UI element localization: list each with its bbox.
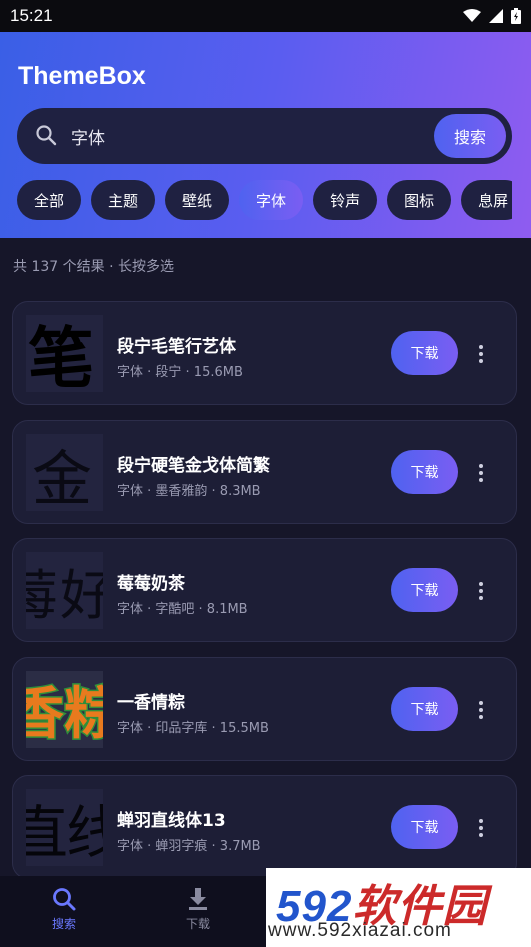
- chip-themes[interactable]: 主题: [91, 180, 156, 220]
- thumb-glyph: 香粽: [26, 682, 103, 747]
- font-preview-thumbnail: 金: [26, 433, 103, 511]
- item-meta: 字体 · 印品字库 · 15.5MB: [117, 720, 269, 736]
- nav-search[interactable]: 搜索: [24, 886, 104, 932]
- thumb-glyph: 莓好: [26, 564, 103, 627]
- list-item[interactable]: 笔 段宁毛笔行艺体 字体 · 段宁 · 15.6MB 下载: [12, 301, 517, 405]
- font-preview-thumbnail: 莓好: [26, 552, 103, 629]
- thumb-glyph: 直线: [26, 799, 103, 866]
- item-title: 一香情粽: [117, 692, 185, 713]
- more-options-icon[interactable]: [471, 577, 491, 605]
- search-icon: [36, 125, 57, 146]
- chip-fonts[interactable]: 字体: [239, 180, 304, 220]
- results-summary: 共 137 个结果 · 长按多选: [13, 259, 174, 275]
- wifi-icon: [463, 9, 481, 22]
- results-list: 笔 段宁毛笔行艺体 字体 · 段宁 · 15.6MB 下载 金 段宁硬笔金戈体简…: [12, 301, 517, 894]
- watermark-url: www.592xiazai.com: [268, 920, 452, 941]
- item-meta: 字体 · 墨香雅韵 · 8.3MB: [117, 483, 261, 499]
- item-meta: 字体 · 字酷吧 · 8.1MB: [117, 602, 248, 617]
- item-title: 蝉羽直线体13: [117, 811, 226, 831]
- item-meta: 字体 · 蝉羽字痕 · 3.7MB: [117, 839, 261, 854]
- more-options-icon[interactable]: [471, 814, 491, 842]
- watermark-logo: 592软件园 www.592xiazai.com: [266, 868, 531, 947]
- app-title: ThemeBox: [18, 62, 146, 90]
- font-preview-thumbnail: 香粽: [26, 670, 103, 748]
- download-button[interactable]: 下载: [391, 449, 458, 494]
- search-icon: [53, 888, 76, 911]
- nav-download[interactable]: 下载: [158, 886, 238, 932]
- download-icon: [189, 888, 207, 910]
- chip-aod[interactable]: 息屏: [461, 180, 512, 220]
- font-preview-thumbnail: 直线: [26, 789, 103, 866]
- thumb-glyph: 金: [32, 445, 92, 511]
- download-button[interactable]: 下载: [391, 568, 458, 612]
- item-title: 段宁硬笔金戈体简繁: [117, 455, 270, 476]
- list-item[interactable]: 金 段宁硬笔金戈体简繁 字体 · 墨香雅韵 · 8.3MB 下载: [12, 419, 517, 524]
- search-input[interactable]: 字体: [71, 124, 105, 149]
- category-chips: 全部 主题 壁纸 字体 铃声 图标 息屏: [17, 180, 512, 220]
- more-options-icon[interactable]: [471, 340, 491, 368]
- status-icons: [463, 8, 521, 24]
- thumb-glyph: 笔: [28, 319, 94, 392]
- list-item[interactable]: 香粽 一香情粽 字体 · 印品字库 · 15.5MB 下载: [12, 656, 517, 761]
- chip-ringtones[interactable]: 铃声: [313, 180, 378, 220]
- download-button[interactable]: 下载: [391, 805, 458, 849]
- font-preview-thumbnail: 笔: [26, 315, 103, 392]
- nav-download-label: 下载: [185, 917, 210, 931]
- header: ThemeBox 字体 搜索 全部 主题 壁纸 字体 铃声 图标 息屏: [0, 32, 531, 238]
- battery-icon: [511, 8, 521, 24]
- search-bar[interactable]: 字体 搜索: [17, 108, 512, 164]
- list-item[interactable]: 莓好 莓莓奶茶 字体 · 字酷吧 · 8.1MB 下载: [12, 538, 517, 642]
- item-title: 段宁毛笔行艺体: [117, 337, 236, 357]
- status-time: 15:21: [10, 6, 53, 25]
- more-options-icon[interactable]: [471, 459, 491, 487]
- signal-icon: [489, 9, 503, 23]
- download-button[interactable]: 下载: [391, 331, 458, 375]
- item-meta: 字体 · 段宁 · 15.6MB: [117, 365, 243, 380]
- chip-icons[interactable]: 图标: [387, 180, 452, 220]
- chip-wallpapers[interactable]: 壁纸: [165, 180, 230, 220]
- status-bar: 15:21: [0, 0, 531, 32]
- list-item[interactable]: 直线 蝉羽直线体13 字体 · 蝉羽字痕 · 3.7MB 下载: [12, 775, 517, 879]
- chip-all[interactable]: 全部: [17, 180, 82, 220]
- item-title: 莓莓奶茶: [117, 574, 185, 594]
- more-options-icon[interactable]: [471, 696, 491, 724]
- nav-search-label: 搜索: [51, 917, 76, 931]
- search-button[interactable]: 搜索: [434, 114, 506, 158]
- download-button[interactable]: 下载: [391, 686, 458, 731]
